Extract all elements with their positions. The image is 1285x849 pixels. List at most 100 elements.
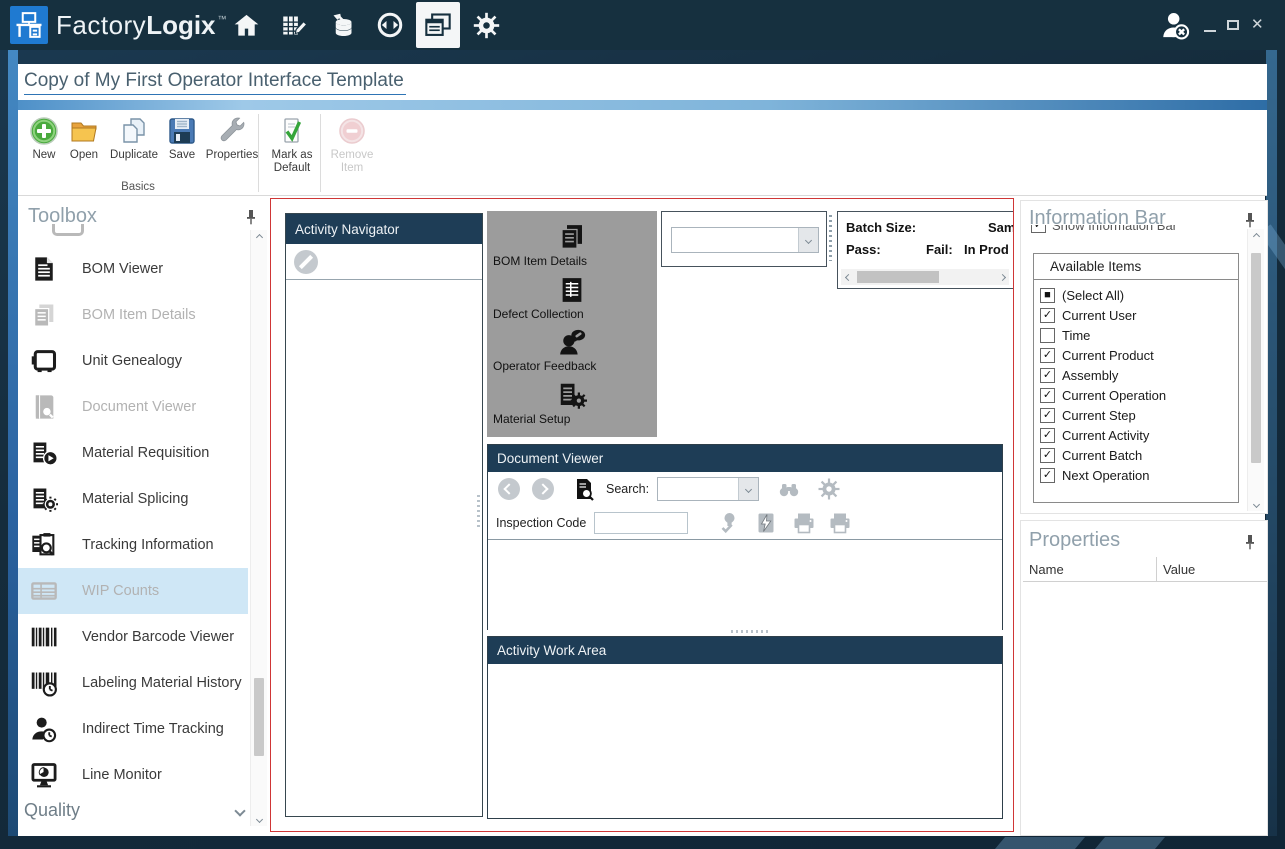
activity-work-area-panel[interactable]: Activity Work Area bbox=[487, 636, 1003, 819]
scrollbar-thumb[interactable] bbox=[857, 271, 939, 283]
chevron-down-icon[interactable] bbox=[738, 478, 758, 500]
production-circle-arrows-icon[interactable] bbox=[368, 2, 412, 48]
toolbox-scrollbar[interactable] bbox=[250, 230, 267, 826]
next-document-icon[interactable] bbox=[532, 478, 554, 500]
vertical-splitter-grip[interactable] bbox=[477, 495, 480, 529]
checkbox-icon[interactable]: ✓ bbox=[1040, 348, 1055, 363]
information-bar-scrollbar[interactable] bbox=[1247, 229, 1264, 511]
toolbox-item-labeling-material-history[interactable]: Labeling Material History bbox=[18, 660, 248, 706]
checkbox-icon[interactable]: ✓ bbox=[1040, 308, 1055, 323]
new-button[interactable]: New bbox=[26, 116, 62, 162]
palette-item-defect-collection[interactable]: Defect Collection bbox=[487, 275, 657, 321]
materials-stack-icon[interactable] bbox=[320, 2, 364, 48]
toolbox-item-material-requisition[interactable]: Material Requisition bbox=[18, 430, 248, 476]
duplicate-button[interactable]: Duplicate bbox=[106, 116, 162, 162]
dropdown-widget[interactable] bbox=[661, 211, 827, 267]
new-plus-icon bbox=[29, 116, 59, 146]
list-item-current-user[interactable]: ✓ Current User bbox=[1034, 305, 1238, 325]
toolbox-section-quality[interactable]: Quality bbox=[24, 800, 250, 821]
inspection-code-input[interactable] bbox=[594, 512, 688, 534]
save-button[interactable]: Save bbox=[164, 116, 200, 162]
home-icon[interactable] bbox=[224, 2, 268, 48]
palette-item-material-setup[interactable]: Material Setup bbox=[487, 380, 657, 426]
toolbox-item-material-splicing[interactable]: Material Splicing bbox=[18, 476, 248, 522]
toolbox-item-unit-genealogy[interactable]: Unit Genealogy bbox=[18, 338, 248, 384]
user-logout-icon[interactable] bbox=[1158, 9, 1192, 43]
maximize-icon[interactable] bbox=[1227, 20, 1239, 30]
show-information-bar-toggle[interactable]: ✓ Show Information Bar bbox=[1031, 225, 1231, 237]
list-item-current-batch[interactable]: ✓ Current Batch bbox=[1034, 445, 1238, 465]
toolbox-item-bom-viewer[interactable]: BOM Viewer bbox=[18, 246, 248, 292]
scroll-up-icon[interactable] bbox=[1248, 229, 1264, 243]
checkbox-icon[interactable]: ✓ bbox=[1040, 448, 1055, 463]
properties-title: Properties bbox=[1029, 529, 1120, 552]
column-header-value[interactable]: Value bbox=[1157, 557, 1267, 581]
open-button[interactable]: Open bbox=[64, 116, 104, 162]
minimize-icon[interactable] bbox=[1204, 30, 1216, 32]
checkbox-icon[interactable]: ✓ bbox=[1031, 225, 1046, 233]
printer-icon[interactable] bbox=[828, 511, 852, 535]
scroll-down-icon[interactable] bbox=[251, 812, 267, 826]
activity-navigator-panel[interactable]: Activity Navigator bbox=[285, 213, 483, 817]
list-item-current-step[interactable]: ✓ Current Step bbox=[1034, 405, 1238, 425]
mark-as-default-button[interactable]: Mark as Default bbox=[266, 116, 318, 175]
toolbox-item-wip-counts[interactable]: WIP Counts bbox=[18, 568, 248, 614]
toolbox-item-bom-item-details[interactable]: BOM Item Details bbox=[18, 292, 248, 338]
gear-icon[interactable] bbox=[817, 477, 841, 501]
pin-check-icon[interactable] bbox=[716, 511, 740, 535]
checkbox-icon[interactable]: ✓ bbox=[1040, 408, 1055, 423]
scroll-up-icon[interactable] bbox=[251, 230, 267, 244]
scroll-left-icon[interactable] bbox=[841, 269, 855, 285]
operator-interfaces-windows-icon[interactable] bbox=[416, 2, 460, 48]
properties-button[interactable]: Properties bbox=[202, 116, 262, 162]
settings-gear-icon[interactable] bbox=[464, 2, 508, 48]
scrollbar-thumb[interactable] bbox=[254, 678, 264, 756]
scroll-right-icon[interactable] bbox=[995, 269, 1009, 285]
printer-icon[interactable] bbox=[792, 511, 816, 535]
vertical-splitter-grip[interactable] bbox=[829, 215, 832, 261]
list-item-select-all[interactable]: ■ (Select All) bbox=[1034, 285, 1238, 305]
document-search-icon[interactable] bbox=[572, 477, 596, 501]
toolbox-item-document-viewer[interactable]: Document Viewer bbox=[18, 384, 248, 430]
palette-item-bom-item-details[interactable]: BOM Item Details bbox=[487, 222, 657, 268]
list-item-next-operation[interactable]: ✓ Next Operation bbox=[1034, 465, 1238, 485]
batch-summary-widget[interactable]: Batch Size: Samp Pass: Fail: In Prod bbox=[837, 211, 1014, 289]
toolbox-item-line-monitor[interactable]: Line Monitor bbox=[18, 752, 248, 798]
dropdown-combobox[interactable] bbox=[671, 227, 819, 253]
close-icon[interactable]: ✕ bbox=[1251, 15, 1264, 33]
list-item-current-activity[interactable]: ✓ Current Activity bbox=[1034, 425, 1238, 445]
list-item-assembly[interactable]: ✓ Assembly bbox=[1034, 365, 1238, 385]
checkbox-icon[interactable]: ✓ bbox=[1040, 368, 1055, 383]
toolbox-item-vendor-barcode-viewer[interactable]: Vendor Barcode Viewer bbox=[18, 614, 248, 660]
planner-grid-pencil-icon[interactable] bbox=[272, 2, 316, 48]
checkbox-icon[interactable]: ✓ bbox=[1040, 468, 1055, 483]
checkbox-icon[interactable]: ■ bbox=[1040, 288, 1055, 303]
document-viewer-panel[interactable]: Document Viewer Search: bbox=[487, 444, 1003, 630]
flash-document-icon[interactable] bbox=[754, 511, 778, 535]
checkbox-icon[interactable]: ✓ bbox=[1040, 388, 1055, 403]
template-title-field[interactable]: Copy of My First Operator Interface Temp… bbox=[24, 70, 406, 95]
pin-icon[interactable] bbox=[1243, 212, 1257, 228]
checkbox-icon[interactable]: ✓ bbox=[1040, 428, 1055, 443]
chevron-down-icon[interactable] bbox=[798, 228, 818, 252]
scrollbar-thumb[interactable] bbox=[1251, 253, 1261, 463]
horizontal-splitter-grip[interactable] bbox=[731, 630, 771, 633]
palette-item-operator-feedback[interactable]: Operator Feedback bbox=[487, 327, 657, 373]
remove-item-button[interactable]: Remove Item bbox=[326, 116, 378, 175]
toolbox-item-indirect-time-tracking[interactable]: Indirect Time Tracking bbox=[18, 706, 248, 752]
duplicate-pages-icon bbox=[119, 116, 149, 146]
scroll-down-icon[interactable] bbox=[1248, 497, 1264, 511]
binoculars-icon[interactable] bbox=[777, 477, 801, 501]
checkbox-icon[interactable] bbox=[1040, 328, 1055, 343]
design-canvas[interactable]: Activity Navigator BOM Item Details Defe… bbox=[270, 198, 1014, 832]
previous-document-icon[interactable] bbox=[498, 478, 520, 500]
list-item-current-product[interactable]: ✓ Current Product bbox=[1034, 345, 1238, 365]
list-item-time[interactable]: Time bbox=[1034, 325, 1238, 345]
toolbox-item-tracking-information[interactable]: Tracking Information bbox=[18, 522, 248, 568]
batch-horizontal-scrollbar[interactable] bbox=[841, 269, 1009, 285]
search-combobox[interactable] bbox=[657, 477, 759, 501]
pin-icon[interactable] bbox=[1243, 534, 1257, 550]
list-item-current-operation[interactable]: ✓ Current Operation bbox=[1034, 385, 1238, 405]
column-header-name[interactable]: Name bbox=[1023, 557, 1157, 581]
pin-icon[interactable] bbox=[244, 209, 258, 225]
